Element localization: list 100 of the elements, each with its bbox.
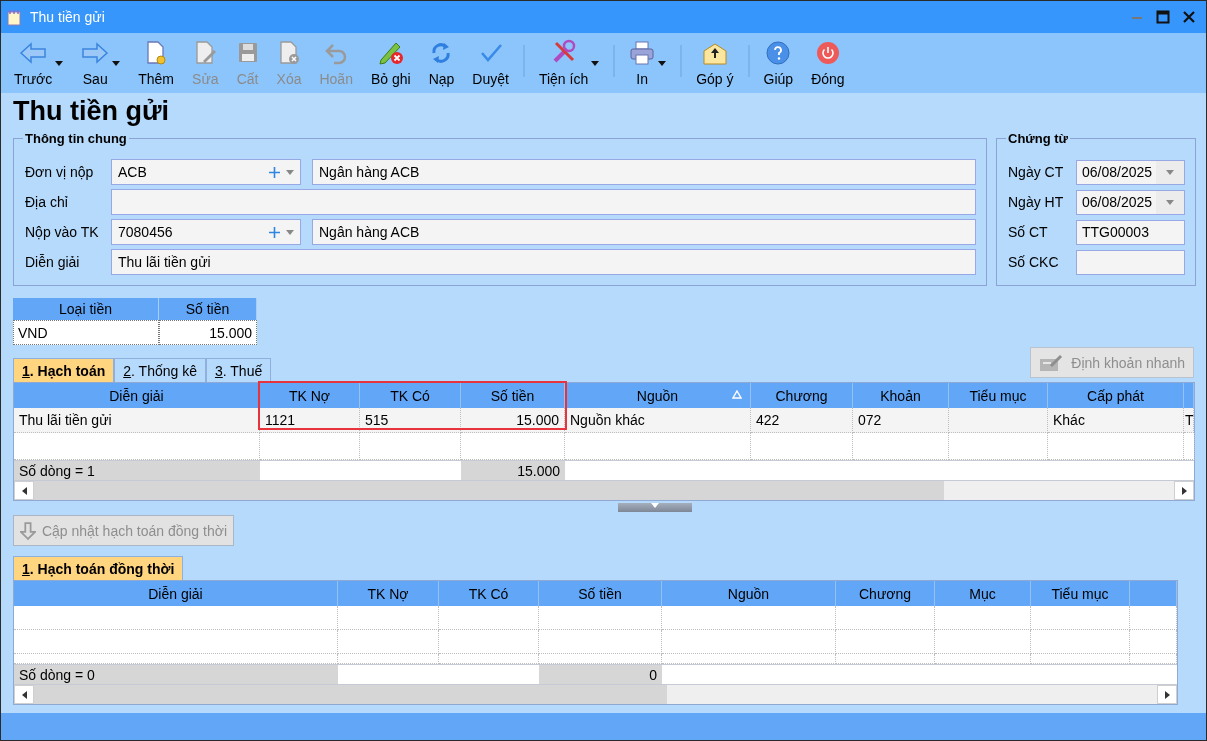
column-header: Loại tiền: [13, 298, 159, 320]
table-cell: Thu lãi tiền gửi: [14, 408, 260, 433]
new-document-icon: [145, 41, 168, 65]
field-label: Đơn vị nộp: [25, 164, 95, 180]
toolbar-button[interactable]: Đóng: [802, 33, 854, 93]
scroll-left-button[interactable]: [14, 685, 34, 704]
toolbar-button[interactable]: Duyệt: [463, 33, 518, 93]
scroll-left-button[interactable]: [14, 481, 34, 500]
maximize-button[interactable]: [1156, 10, 1170, 24]
field-label: Diễn giải: [25, 254, 81, 270]
undo-icon: [324, 41, 349, 65]
toolbar-button[interactable]: Nạp: [419, 33, 464, 93]
column-header[interactable]: TK Có: [360, 383, 461, 408]
column-header[interactable]: Nguồn: [662, 581, 836, 606]
tab[interactable]: 1. Hạch toán đồng thời: [13, 556, 184, 580]
text-field[interactable]: TTG00003: [1076, 219, 1185, 245]
group-title: Thông tin chung: [24, 131, 128, 146]
field-label: Ngày CT: [1008, 164, 1065, 180]
table-cell: [1130, 654, 1177, 664]
text-field[interactable]: Ngân hàng ACB: [312, 159, 976, 185]
caret-icon: [286, 229, 294, 235]
column-header[interactable]: Số tiền: [539, 581, 662, 606]
left-triangle-icon: [21, 690, 27, 699]
column-header[interactable]: Nguồn: [565, 383, 751, 408]
caret-icon: [286, 169, 294, 175]
table-cell: Nguồn khác: [565, 408, 751, 433]
right-triangle-icon: [1181, 486, 1187, 495]
tab[interactable]: 3. Thuế: [205, 358, 272, 382]
group-title: Chứng từ: [1007, 131, 1069, 146]
caret-icon: [1166, 199, 1174, 205]
column-header[interactable]: Mục: [935, 581, 1031, 606]
table-cell: 1121: [260, 408, 360, 433]
column-header[interactable]: Diễn giải: [14, 581, 338, 606]
printer-icon: [629, 41, 656, 65]
column-header[interactable]: Khoản: [853, 383, 949, 408]
left-triangle-icon: [21, 486, 27, 495]
total-amount: 0: [539, 664, 662, 684]
table-cell: 515: [360, 408, 461, 433]
table-cell: 422: [751, 408, 853, 433]
close-button[interactable]: [1182, 10, 1196, 24]
card-pen-icon: [1039, 353, 1064, 372]
scroll-right-button[interactable]: [1174, 481, 1194, 500]
text-field[interactable]: [1076, 249, 1185, 275]
table-cell: [1184, 433, 1195, 460]
field-label: Nộp vào TK: [25, 224, 100, 240]
app-icon: [6, 8, 23, 26]
row-count-label: Số dòng = 1: [14, 460, 260, 480]
column-header[interactable]: TK Có: [439, 581, 539, 606]
tab[interactable]: 1. Hạch toán: [13, 358, 115, 382]
caret-icon: [1166, 169, 1174, 175]
table-cell: [1130, 630, 1177, 654]
column-header: Số tiền: [159, 298, 257, 320]
toolbar-button[interactable]: Tiện ích: [529, 33, 609, 93]
delete-document-icon: [278, 41, 300, 65]
toolbar-button[interactable]: Giúp: [754, 33, 803, 93]
text-field[interactable]: [111, 189, 976, 215]
caret-icon: [651, 503, 659, 508]
scroll-right-button[interactable]: [1157, 685, 1177, 704]
table-cell: 072: [853, 408, 949, 433]
table-cell: Khác: [1048, 408, 1184, 433]
toolbar-button[interactable]: Trước: [5, 33, 73, 93]
combo-box[interactable]: ACB: [111, 159, 301, 185]
left-arrow-icon: [19, 41, 48, 65]
date-field[interactable]: 06/08/2025: [1076, 159, 1185, 185]
toolbar-button[interactable]: Góp ý: [687, 33, 743, 93]
toolbar-button[interactable]: Thêm: [129, 33, 184, 93]
tab[interactable]: 2. Thống kê: [114, 358, 206, 382]
right-triangle-icon: [1164, 690, 1170, 699]
toolbar-button[interactable]: In: [620, 33, 676, 93]
field-label: Số CT: [1008, 224, 1049, 240]
table-cell: 15.000: [461, 408, 565, 433]
toolbar-button[interactable]: Bỏ ghi: [361, 33, 420, 93]
row-count-label: Số dòng = 0: [14, 664, 338, 684]
column-header[interactable]: TK Nợ: [338, 581, 439, 606]
text-field[interactable]: Thu lãi tiền gửi: [111, 249, 976, 275]
column-header[interactable]: Tiểu mục: [949, 383, 1048, 408]
column-header[interactable]: Diễn giải: [14, 383, 260, 408]
scrollbar-thumb[interactable]: [34, 685, 667, 704]
column-header[interactable]: TK Nợ: [260, 383, 360, 408]
combo-box[interactable]: 7080456: [111, 219, 301, 245]
column-header[interactable]: Chương: [751, 383, 853, 408]
plus-icon[interactable]: [269, 226, 280, 238]
column-header[interactable]: Số tiền: [461, 383, 565, 408]
text-field[interactable]: Ngân hàng ACB: [312, 219, 976, 245]
total-amount: 15.000: [461, 460, 565, 480]
help-icon: [766, 41, 791, 65]
plus-icon[interactable]: [269, 166, 280, 178]
column-header[interactable]: Tiểu mục: [1031, 581, 1130, 606]
field-label: Địa chỉ: [25, 194, 69, 210]
scrollbar-thumb[interactable]: [34, 481, 944, 500]
column-header[interactable]: Chương: [836, 581, 935, 606]
right-arrow-icon: [81, 41, 110, 65]
envelope-icon: [701, 43, 728, 65]
splitter-handle[interactable]: [618, 503, 692, 512]
table-cell: 15.000: [159, 320, 257, 345]
date-field[interactable]: 06/08/2025: [1076, 189, 1185, 215]
toolbar-button[interactable]: Sau: [72, 33, 130, 93]
column-header[interactable]: Cấp phát: [1048, 383, 1184, 408]
down-arrow-icon: [20, 520, 36, 541]
window-title: Thu tiền gửi: [30, 9, 106, 25]
